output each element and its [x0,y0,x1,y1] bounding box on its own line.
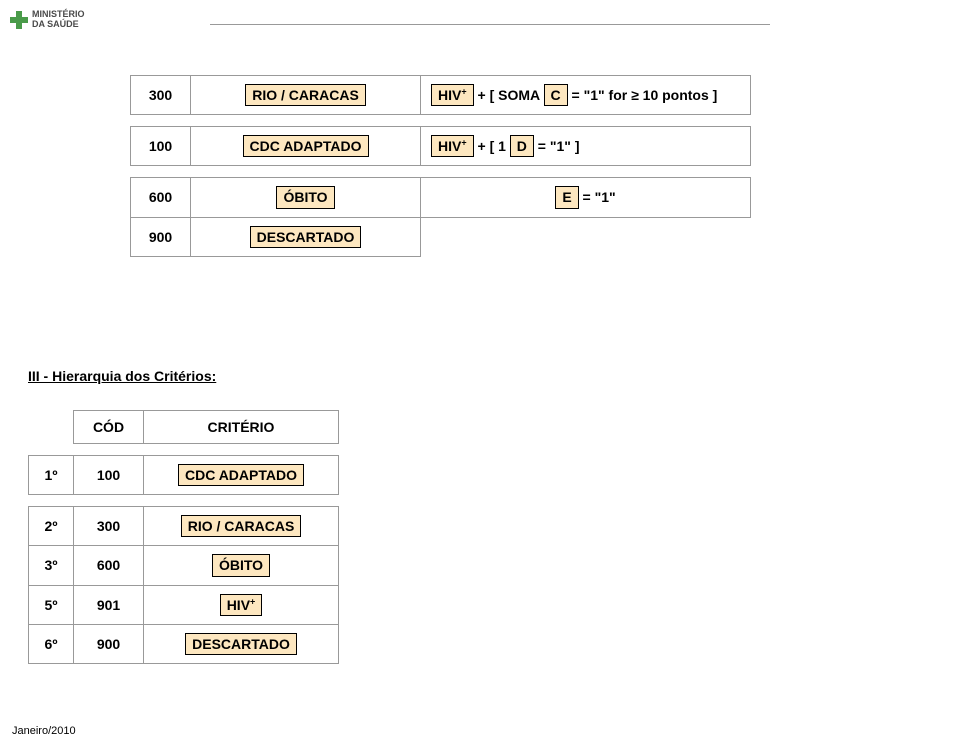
code-cell: 900 [74,624,144,663]
logo-line2: DA SAÚDE [32,20,85,30]
table-row: 300 RIO / CARACAS HIV+ + [ SOMA C = "1" … [131,76,751,115]
footer-date: Janeiro/2010 [12,725,76,737]
cond-text: = "1" for ≥ 10 pontos ] [568,87,718,103]
label-chip: CDC ADAPTADO [243,135,369,157]
code-cell: 901 [74,585,144,624]
code-cell: 300 [74,507,144,546]
cross-icon [10,11,28,29]
condition-cell: E = "1" [421,178,751,217]
table-header-row: CÓD CRITÉRIO [29,411,339,444]
letter-chip: D [510,135,534,157]
table-row: 5º 901 HIV+ [29,585,339,624]
header-logo: MINISTÉRIO DA SAÚDE [10,10,85,30]
code-cell: 100 [131,127,191,166]
table-row: 2º 300 RIO / CARACAS [29,507,339,546]
cond-text: = "1" [579,189,616,205]
cond-text: + [ 1 [474,138,510,154]
header-criterio: CRITÉRIO [144,411,339,444]
criterio-chip: HIV+ [220,594,263,616]
criterio-cell: HIV+ [144,585,339,624]
criterio-cell: ÓBITO [144,546,339,585]
label-cell: CDC ADAPTADO [191,127,421,166]
cond-text: + [ SOMA [474,87,544,103]
table-row: 100 CDC ADAPTADO HIV+ + [ 1 D = "1" ] [131,127,751,166]
rank-cell: 6º [29,624,74,663]
logo-text: MINISTÉRIO DA SAÚDE [32,10,85,30]
condition-cell: HIV+ + [ 1 D = "1" ] [421,127,751,166]
label-chip: ÓBITO [276,186,334,208]
criterio-chip: RIO / CARACAS [181,515,302,537]
table-row: 1º 100 CDC ADAPTADO [29,456,339,495]
criterio-chip: ÓBITO [212,554,270,576]
code-cell: 600 [74,546,144,585]
table-row: 3º 600 ÓBITO [29,546,339,585]
criterio-cell: CDC ADAPTADO [144,456,339,495]
code-cell: 600 [131,178,191,217]
table-row: 600 ÓBITO E = "1" [131,178,751,217]
code-cell: 100 [74,456,144,495]
letter-chip: E [555,186,578,208]
criterio-chip: DESCARTADO [185,633,297,655]
label-chip: DESCARTADO [250,226,362,248]
condition-cell: HIV+ + [ SOMA C = "1" for ≥ 10 pontos ] [421,76,751,115]
header-cod: CÓD [74,411,144,444]
hierarchy-table: CÓD CRITÉRIO 1º 100 CDC ADAPTADO 2º 300 … [28,410,339,664]
criterio-chip: CDC ADAPTADO [178,464,304,486]
section-title: III - Hierarquia dos Critérios: [28,368,216,384]
empty-cell [421,217,751,256]
criteria-definition-table: 300 RIO / CARACAS HIV+ + [ SOMA C = "1" … [130,75,751,257]
rank-cell: 2º [29,507,74,546]
code-cell: 900 [131,217,191,256]
letter-chip: C [544,84,568,106]
hiv-chip: HIV+ [431,135,474,157]
rank-cell: 3º [29,546,74,585]
cond-text: = "1" ] [534,138,580,154]
header-divider [210,24,770,25]
code-cell: 300 [131,76,191,115]
hiv-chip: HIV+ [431,84,474,106]
criterio-cell: DESCARTADO [144,624,339,663]
label-cell: RIO / CARACAS [191,76,421,115]
table-row: 6º 900 DESCARTADO [29,624,339,663]
label-cell: ÓBITO [191,178,421,217]
rank-cell: 5º [29,585,74,624]
table-row: 900 DESCARTADO [131,217,751,256]
empty-cell [29,411,74,444]
criterio-cell: RIO / CARACAS [144,507,339,546]
label-cell: DESCARTADO [191,217,421,256]
label-chip: RIO / CARACAS [245,84,366,106]
rank-cell: 1º [29,456,74,495]
